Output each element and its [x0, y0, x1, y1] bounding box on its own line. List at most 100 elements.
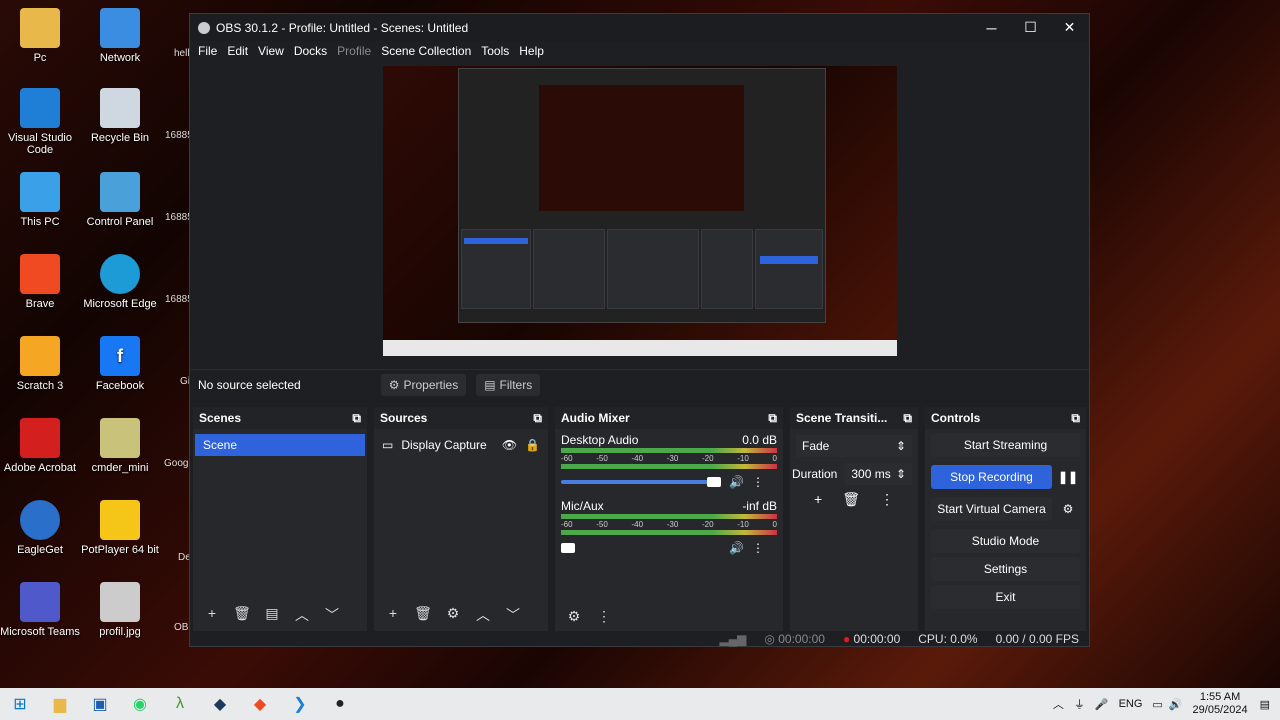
more-options-icon[interactable]: ⋮ — [752, 541, 764, 555]
recycle-bin-icon — [100, 88, 140, 128]
channel-level: -inf dB — [742, 499, 777, 513]
gear-icon[interactable]: ⚙ — [1056, 502, 1080, 516]
desktop-icon-this-pc[interactable]: This PC — [0, 172, 80, 228]
desktop-icon-edge[interactable]: Microsoft Edge — [80, 254, 160, 310]
start-virtual-camera-button[interactable]: Start Virtual Camera — [931, 497, 1052, 521]
microphone-icon[interactable]: 🎤 — [1095, 698, 1109, 711]
exit-button[interactable]: Exit — [931, 585, 1080, 609]
undock-icon[interactable]: ⧉ — [352, 411, 361, 426]
scratch-icon — [20, 336, 60, 376]
preview-display-capture — [383, 66, 897, 356]
vscode-taskbar-icon[interactable]: ❯ — [280, 688, 320, 720]
desktop-icon-pc[interactable]: Pc — [0, 8, 80, 64]
usb-icon[interactable]: ⏚ — [1074, 696, 1085, 712]
close-button[interactable]: ✕ — [1050, 14, 1089, 41]
properties-button[interactable]: ⚙ Properties — [380, 373, 467, 396]
menu-help[interactable]: Help — [519, 44, 544, 58]
scene-filters-button[interactable]: ▤ — [261, 605, 283, 625]
filters-button[interactable]: ▤ Filters — [476, 373, 541, 396]
move-down-button[interactable]: ﹀ — [321, 605, 343, 625]
remove-scene-button[interactable]: 🗑 — [231, 605, 253, 625]
undock-icon[interactable]: ⧉ — [768, 411, 777, 426]
desktop-icon-scratch[interactable]: Scratch 3 — [0, 336, 80, 392]
menu-view[interactable]: View — [258, 44, 284, 58]
desktop-icon-control-panel[interactable]: Control Panel — [80, 172, 160, 228]
maximize-button[interactable]: ☐ — [1011, 14, 1050, 41]
source-item[interactable]: ▭ Display Capture 👁 🔒 — [382, 434, 540, 456]
desktop-icon-potplayer[interactable]: PotPlayer 64 bit — [80, 500, 160, 556]
file-explorer-icon[interactable]: ▆ — [40, 688, 80, 720]
network-tray-icon[interactable]: ▭ — [1152, 698, 1162, 711]
undock-icon[interactable]: ⧉ — [903, 411, 912, 426]
folder-icon — [20, 8, 60, 48]
move-down-button[interactable]: ﹀ — [502, 605, 524, 625]
menu-tools[interactable]: Tools — [481, 44, 509, 58]
whatsapp-icon[interactable]: ◉ — [120, 688, 160, 720]
scenes-title: Scenes — [199, 411, 242, 425]
brave-taskbar-icon[interactable]: ◆ — [240, 688, 280, 720]
studio-mode-button[interactable]: Studio Mode — [931, 529, 1080, 553]
remove-source-button[interactable]: 🗑 — [412, 605, 434, 625]
settings-button[interactable]: Settings — [931, 557, 1080, 581]
desktop-icon-vscode[interactable]: Visual Studio Code — [0, 88, 80, 156]
volume-slider[interactable] — [561, 477, 721, 487]
volume-tray-icon[interactable]: 🔊 — [1169, 698, 1183, 711]
volume-slider[interactable] — [561, 543, 711, 553]
notifications-icon[interactable]: ▤ — [1260, 698, 1270, 711]
add-transition-button[interactable]: + — [814, 491, 822, 508]
fps-readout: 0.00 / 0.00 FPS — [995, 632, 1079, 646]
speaker-icon[interactable]: 🔊 — [729, 541, 744, 555]
spinner-icon[interactable]: ⇕ — [896, 467, 906, 481]
move-up-button[interactable]: ︿ — [472, 605, 494, 625]
speaker-icon[interactable]: 🔊 — [729, 475, 744, 489]
menu-profile[interactable]: Profile — [337, 44, 371, 58]
computer-icon — [20, 172, 60, 212]
undock-icon[interactable]: ⧉ — [533, 411, 542, 426]
remove-transition-button[interactable]: 🗑 — [842, 491, 860, 508]
menu-docks[interactable]: Docks — [294, 44, 327, 58]
preview-taskbar — [383, 340, 897, 356]
source-properties-button[interactable]: ⚙ — [442, 605, 464, 625]
desktop-icon-brave[interactable]: Brave — [0, 254, 80, 310]
duration-input[interactable]: 300 ms ⇕ — [845, 463, 912, 485]
title-bar[interactable]: OBS 30.1.2 - Profile: Untitled - Scenes:… — [190, 14, 1089, 41]
preview-canvas[interactable] — [190, 62, 1089, 382]
pause-recording-icon[interactable]: ❚❚ — [1056, 470, 1080, 484]
clock[interactable]: 1:55 AM 29/05/2024 — [1193, 691, 1248, 717]
desktop-icon-profil[interactable]: profil.jpg — [80, 582, 160, 638]
lambda-app-icon[interactable]: λ — [160, 688, 200, 720]
desktop-icon-facebook[interactable]: f Facebook — [80, 336, 160, 392]
lock-icon[interactable]: 🔒 — [525, 438, 540, 452]
menu-file[interactable]: File — [198, 44, 217, 58]
desktop-icon-acrobat[interactable]: Adobe Acrobat — [0, 418, 80, 474]
desktop-icon-teams[interactable]: Microsoft Teams — [0, 582, 80, 638]
mixer-menu-button[interactable]: ⋮ — [593, 608, 615, 625]
move-up-button[interactable]: ︿ — [291, 605, 313, 625]
brave-icon — [20, 254, 60, 294]
add-scene-button[interactable]: + — [201, 605, 223, 625]
start-streaming-button[interactable]: Start Streaming — [931, 433, 1080, 457]
start-windows-icon[interactable]: ⊞ — [0, 688, 40, 720]
menu-edit[interactable]: Edit — [227, 44, 248, 58]
potplayer-icon — [100, 500, 140, 540]
menu-scene-collection[interactable]: Scene Collection — [381, 44, 471, 58]
store-icon[interactable]: ▣ — [80, 688, 120, 720]
minimize-button[interactable]: ─ — [972, 14, 1011, 41]
advanced-audio-button[interactable]: ⚙ — [563, 608, 585, 625]
obs-taskbar-icon[interactable]: ● — [320, 688, 360, 720]
desktop-icon-eagleget[interactable]: EagleGet — [0, 500, 80, 556]
scene-item[interactable]: Scene — [195, 434, 365, 456]
desktop-icon-network[interactable]: Network — [80, 8, 160, 64]
transition-select[interactable]: Fade ⇕ — [796, 435, 912, 457]
language-indicator[interactable]: ENG — [1119, 698, 1143, 710]
transition-menu-button[interactable]: ⋮ — [880, 491, 894, 508]
desktop-icon-cmder[interactable]: cmder_mini — [80, 418, 160, 474]
undock-icon[interactable]: ⧉ — [1071, 411, 1080, 426]
add-source-button[interactable]: + — [382, 605, 404, 625]
more-options-icon[interactable]: ⋮ — [752, 475, 764, 489]
chevron-up-icon[interactable]: ︿ — [1053, 696, 1064, 712]
visibility-eye-icon[interactable]: 👁 — [502, 438, 517, 452]
stop-recording-button[interactable]: Stop Recording — [931, 465, 1052, 489]
dev-app-icon[interactable]: ◆ — [200, 688, 240, 720]
desktop-icon-recycle-bin[interactable]: Recycle Bin — [80, 88, 160, 144]
